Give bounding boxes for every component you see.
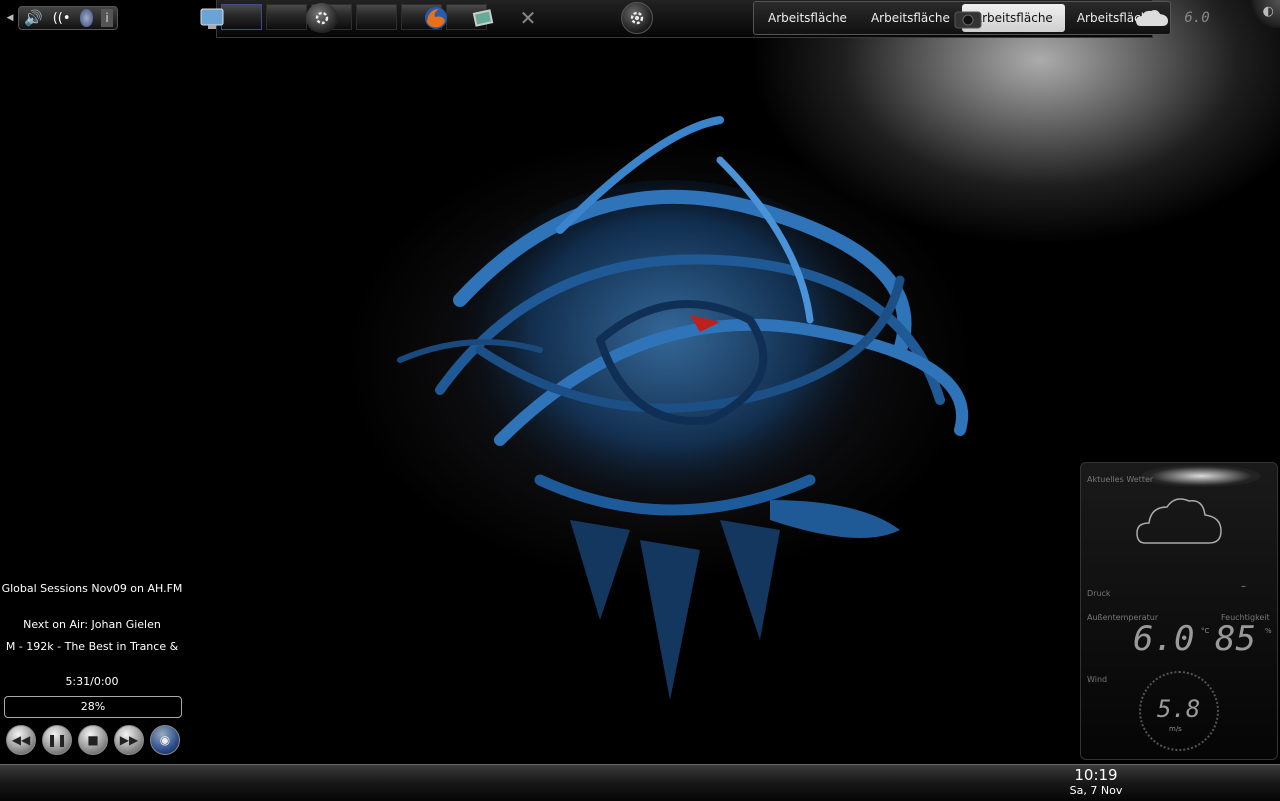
amarok-button[interactable]: ◉ [150, 725, 180, 755]
camera-icon[interactable] [952, 6, 984, 30]
desktop-pager-panel: Arbeitsfläche Arbeitsfläche Arbeitsfläch… [216, 0, 1171, 38]
wind-label: Wind [1087, 675, 1108, 684]
station-name: M - 192k - The Best in Trance & [5, 640, 179, 653]
application-launcher-icon[interactable] [306, 3, 338, 33]
system-settings-icon[interactable]: ✕ [514, 6, 542, 30]
clock-date[interactable]: Sa, 7 Nov [1060, 784, 1132, 797]
pressure-label: Druck [1087, 589, 1111, 598]
track-title: Global Sessions Nov09 on AH.FM [1, 582, 183, 595]
player-controls: ◀◀ ❚❚ ■ ▶▶ ◉ [6, 725, 180, 755]
pause-button[interactable]: ❚❚ [42, 725, 72, 755]
desktop-thumbnail-4[interactable] [356, 4, 397, 30]
show-desktop-icon[interactable] [198, 6, 226, 30]
volume-icon[interactable]: 🔊 [24, 9, 43, 27]
desktop-thumbnail-2[interactable] [266, 4, 307, 30]
humidity-value: 85 [1215, 619, 1256, 659]
next-on-air: Next on Air: Johan Gielen [23, 618, 161, 631]
previous-button[interactable]: ◀◀ [6, 725, 36, 755]
system-tray: 🔊 ((• i [18, 6, 118, 30]
desktop-thumbnail-1[interactable] [221, 4, 262, 30]
pause-icon: ❚❚ [46, 733, 68, 747]
wind-value: 5.8 [1157, 695, 1201, 723]
tray-arrow-icon[interactable]: ◀ [4, 6, 16, 30]
stop-button[interactable]: ■ [78, 725, 108, 755]
gear-icon[interactable] [621, 2, 653, 34]
previous-icon: ◀◀ [11, 733, 31, 747]
wind-unit: m/s [1169, 725, 1182, 733]
amarok-icon: ◉ [159, 733, 171, 747]
current-weather-label: Aktuelles Wetter [1087, 475, 1154, 484]
pressure-value: – [1241, 581, 1246, 592]
weather-widget: Aktuelles Wetter Druck – Außentemperatur… [1080, 462, 1278, 760]
wallpaper-abstract-art [397, 116, 968, 700]
weather-tray-cloud-icon[interactable] [1134, 6, 1170, 30]
next-button[interactable]: ▶▶ [114, 725, 144, 755]
tab-desktop-2[interactable]: Arbeitsfläche [859, 4, 962, 32]
temperature-value: 6.0 [1133, 619, 1195, 659]
tab-desktop-1[interactable]: Arbeitsfläche [756, 4, 859, 32]
clock-time[interactable]: 10:19 [1066, 766, 1126, 784]
next-icon: ▶▶ [119, 733, 139, 747]
wifi-icon[interactable]: ((• [53, 11, 71, 26]
image-viewer-icon[interactable] [470, 6, 496, 30]
weather-tray-temp: 6.0 [1184, 10, 1210, 26]
cloud-icon [1136, 498, 1222, 544]
info-icon[interactable]: i [101, 9, 113, 27]
firefox-icon[interactable] [422, 6, 450, 30]
playback-time: 5:31/0:00 [65, 675, 119, 688]
desktop-toolbox-button[interactable]: ◐ [1248, 0, 1280, 28]
weather-glow [1141, 465, 1261, 487]
humidity-unit: % [1265, 627, 1272, 635]
network-manager-icon[interactable] [79, 9, 93, 27]
progress-bar[interactable]: 28% [4, 696, 182, 718]
stop-icon: ■ [87, 733, 99, 747]
cashew-icon: ◐ [1262, 4, 1274, 19]
temperature-unit: °C [1201, 627, 1210, 635]
